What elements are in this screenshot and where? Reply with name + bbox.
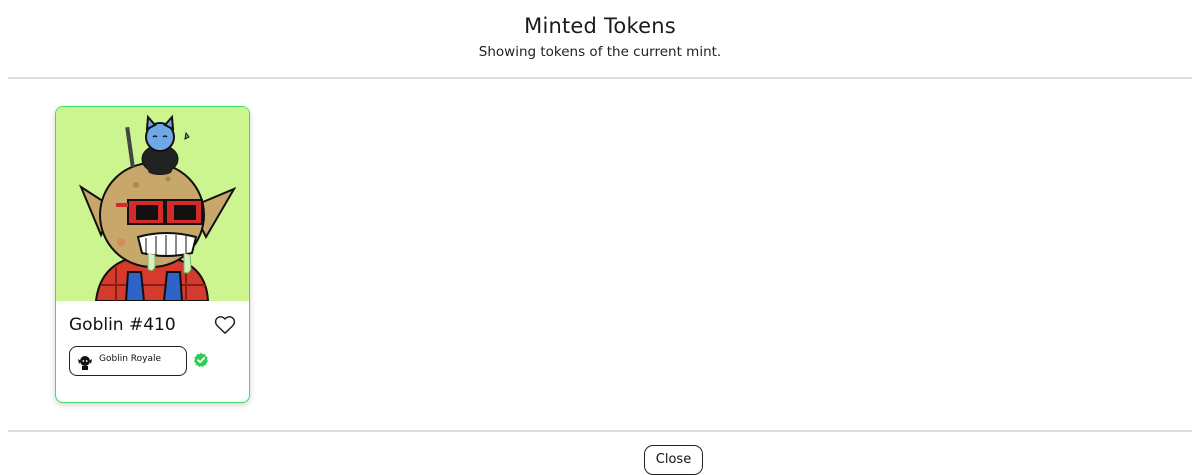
page-subtitle: Showing tokens of the current mint.	[478, 44, 722, 60]
heart-icon[interactable]	[214, 315, 236, 335]
token-image[interactable]	[56, 107, 249, 301]
modal-header: Minted Tokens Showing tokens of the curr…	[0, 0, 1200, 78]
collection-chip[interactable]: Goblin Royale	[69, 346, 187, 376]
token-card[interactable]: Goblin #410 Goblin Royale	[55, 106, 250, 403]
token-name: Goblin #410	[69, 315, 176, 335]
close-button[interactable]: Close	[644, 445, 703, 475]
goblin-artwork	[56, 107, 249, 301]
footer-divider	[8, 430, 1192, 432]
verified-check-icon	[193, 352, 209, 368]
header-divider	[8, 77, 1192, 79]
collection-name: Goblin Royale	[99, 354, 161, 364]
collection-avatar-icon	[76, 353, 94, 371]
page-title: Minted Tokens	[524, 14, 676, 38]
